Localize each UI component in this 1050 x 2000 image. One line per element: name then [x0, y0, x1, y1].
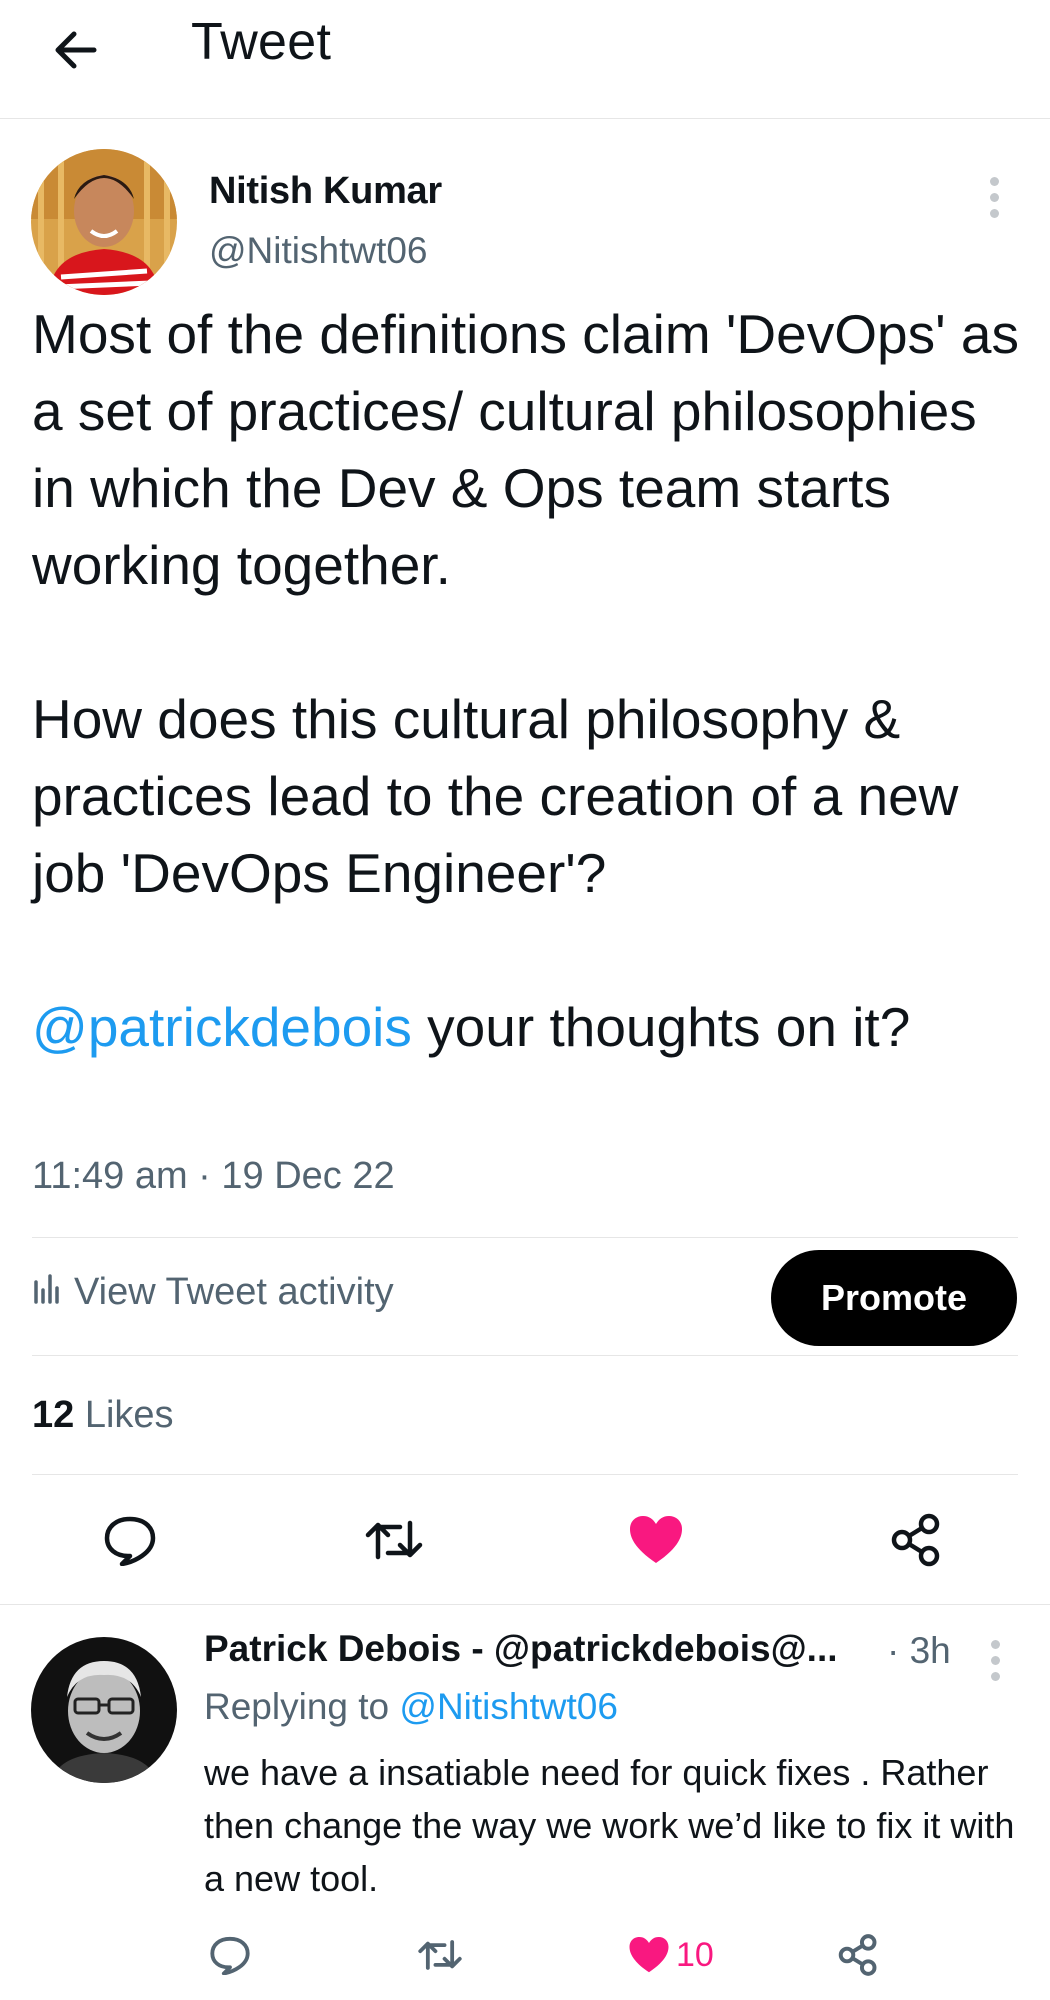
reply-heart-icon — [628, 1936, 670, 1974]
tweet-paragraph-3-text: your thoughts on it? — [411, 996, 911, 1058]
divider — [0, 1604, 1050, 1605]
more-vertical-icon[interactable] — [987, 177, 1001, 225]
reply-avatar[interactable] — [31, 1637, 177, 1783]
mention-link[interactable]: @patrickdebois — [32, 996, 412, 1058]
reply-time[interactable]: · 3h — [887, 1630, 951, 1672]
reply-like-button[interactable]: 10 — [628, 1932, 718, 1978]
likes-number: 12 — [32, 1394, 75, 1436]
avatar[interactable] — [31, 149, 177, 295]
replying-to: Replying to @Nitishtwt06 — [204, 1686, 618, 1728]
tweet-paragraph-1: Most of the definitions claim 'DevOps' a… — [32, 303, 1019, 596]
tweet-timestamp[interactable]: 11:49 am · 19 Dec 22 — [32, 1155, 395, 1198]
divider — [32, 1355, 1018, 1356]
tweet-paragraph-2: How does this cultural philosophy & prac… — [32, 688, 959, 904]
replying-to-label: Replying to — [204, 1686, 390, 1727]
share-icon[interactable] — [884, 1510, 948, 1570]
divider — [32, 1237, 1018, 1238]
divider — [32, 1474, 1018, 1475]
page-title: Tweet — [191, 13, 332, 71]
view-tweet-activity-label: View Tweet activity — [74, 1270, 394, 1313]
likes-label: Likes — [84, 1394, 174, 1436]
promote-button[interactable]: Promote — [771, 1250, 1017, 1346]
reply-like-count: 10 — [676, 1935, 714, 1974]
author-name[interactable]: Nitish Kumar — [209, 170, 442, 213]
retweet-icon[interactable] — [362, 1512, 426, 1568]
bar-chart-icon — [32, 1270, 62, 1314]
back-arrow-icon[interactable] — [48, 22, 104, 78]
author-handle[interactable]: @Nitishtwt06 — [209, 230, 428, 272]
likes-count[interactable]: 12 Likes — [32, 1394, 174, 1437]
tweet-paragraph-3: @patrickdebois your thoughts on it? — [32, 989, 1022, 1066]
reply-icon[interactable] — [98, 1512, 162, 1568]
heart-icon[interactable] — [624, 1512, 688, 1568]
replying-to-handle[interactable]: @Nitishtwt06 — [399, 1686, 618, 1727]
reply-reply-icon[interactable] — [206, 1933, 254, 1977]
reply-more-vertical-icon[interactable] — [988, 1640, 1002, 1688]
tweet-text: Most of the definitions claim 'DevOps' a… — [32, 296, 1022, 1066]
view-tweet-activity-link[interactable]: View Tweet activity — [32, 1270, 394, 1314]
top-bar: Tweet — [0, 0, 1050, 119]
reply-retweet-icon[interactable] — [416, 1933, 464, 1977]
reply-share-icon[interactable] — [834, 1932, 882, 1978]
reply-text: we have a insatiable need for quick fixe… — [204, 1752, 1015, 1899]
reply-author-name[interactable]: Patrick Debois - @patrickdebois@... — [204, 1628, 838, 1670]
